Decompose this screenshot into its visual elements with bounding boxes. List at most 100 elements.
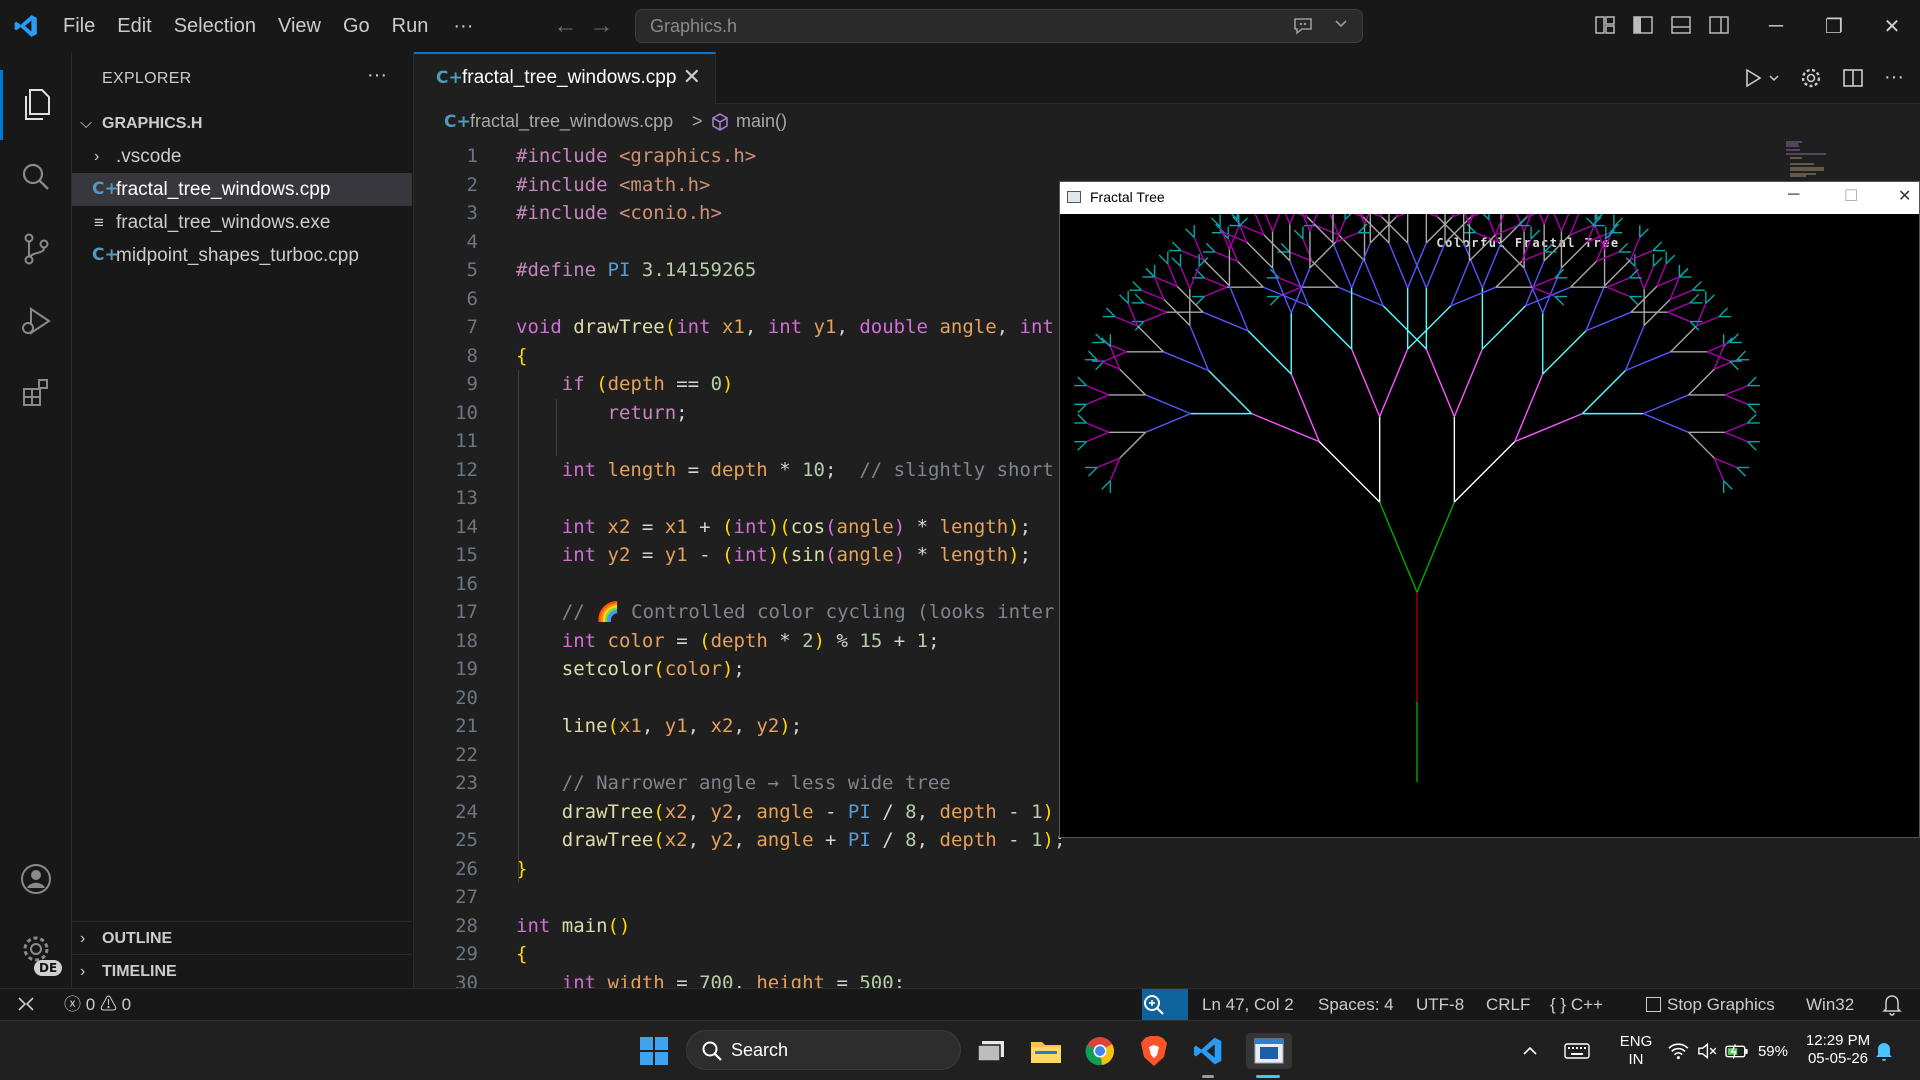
tab-fractal-tree-cpp[interactable]: C+ fractal_tree_windows.cpp ✕ — [414, 52, 716, 104]
menu-view[interactable]: View — [267, 0, 332, 52]
clock[interactable]: 12:29 PM 05-05-26 — [1798, 1032, 1878, 1068]
fractal-window-titlebar[interactable]: Fractal Tree ─ ☐ ✕ — [1060, 182, 1919, 214]
code-text[interactable]: #define PI 3.14159265 — [516, 256, 756, 285]
language-mode[interactable]: { } C++ — [1550, 989, 1603, 1020]
notifications-bell-icon[interactable] — [1882, 989, 1902, 1020]
brave-browser-icon[interactable] — [1134, 1033, 1174, 1069]
encoding[interactable]: UTF-8 — [1416, 989, 1464, 1020]
source-control-icon[interactable] — [0, 214, 72, 284]
code-text[interactable]: drawTree(x2, y2, angle + PI / 8, depth -… — [516, 826, 1066, 855]
code-text[interactable]: return; — [516, 399, 688, 428]
menu-edit[interactable]: Edit — [106, 0, 162, 52]
taskbar-search[interactable]: Search — [686, 1030, 961, 1070]
timeline-section-header[interactable]: › TIMELINE — [72, 954, 412, 988]
problems-indicator[interactable]: ⓧ 0 ⚠ 0 — [64, 989, 131, 1020]
tree-item-vscode[interactable]: › .vscode — [72, 140, 412, 173]
tree-item-fractal-exe[interactable]: ≡ fractal_tree_windows.exe — [72, 206, 412, 239]
breadcrumb-symbol[interactable]: main() — [736, 111, 787, 132]
forward-arrow-icon[interactable]: → — [583, 12, 619, 40]
fractal-tree-window[interactable]: Fractal Tree ─ ☐ ✕ Colorful Fractal Tree — [1059, 181, 1920, 838]
code-line[interactable]: 28 int main() — [414, 912, 1920, 941]
toggle-primary-sidebar-icon[interactable] — [1632, 14, 1654, 36]
back-arrow-icon[interactable]: ← — [547, 12, 583, 40]
manage-gear-icon[interactable]: DE — [0, 914, 72, 984]
code-text[interactable]: int color = (depth * 2) % 15 + 1; — [516, 627, 940, 656]
search-icon[interactable] — [0, 142, 72, 212]
code-text[interactable]: int x2 = x1 + (int)(cos(angle) * length)… — [516, 513, 1031, 542]
code-text[interactable]: int main() — [516, 912, 630, 941]
code-text[interactable]: #include <conio.h> — [516, 199, 722, 228]
window-close-button[interactable]: ✕ — [1866, 0, 1918, 52]
vscode-taskbar-icon[interactable] — [1188, 1033, 1228, 1069]
menu-go[interactable]: Go — [332, 0, 381, 52]
menu-run[interactable]: Run — [381, 0, 440, 52]
keyboard-icon[interactable] — [1560, 1033, 1594, 1069]
code-text[interactable]: #include <math.h> — [516, 171, 710, 200]
fractal-minimize-button[interactable]: ─ — [1788, 186, 1799, 204]
tree-item-fractal-cpp[interactable]: C+ fractal_tree_windows.cpp — [72, 173, 412, 206]
command-center[interactable]: Graphics.h — [635, 9, 1363, 43]
code-line[interactable]: 1 #include <graphics.h> — [414, 142, 1920, 171]
fractal-app-taskbar-icon[interactable] — [1246, 1033, 1292, 1069]
menu-more-button[interactable]: ··· — [439, 15, 487, 38]
cursor-position[interactable]: Ln 47, Col 2 — [1202, 989, 1294, 1020]
line-ending[interactable]: CRLF — [1486, 989, 1530, 1020]
windows-start-icon[interactable] — [634, 1033, 674, 1069]
zoom-icon[interactable] — [1142, 989, 1188, 1020]
more-actions-icon[interactable]: ··· — [1884, 66, 1904, 89]
code-text[interactable]: line(x1, y1, x2, y2); — [516, 712, 802, 741]
code-text[interactable]: void drawTree(int x1, int y1, double ang… — [516, 313, 1054, 342]
code-text[interactable]: #include <graphics.h> — [516, 142, 756, 171]
window-restore-button[interactable]: ❐ — [1808, 0, 1860, 52]
code-line[interactable]: 29 { — [414, 940, 1920, 969]
run-dropdown-chevron-icon[interactable] — [1768, 72, 1780, 84]
quick-settings-tray[interactable]: 59% — [1668, 1033, 1788, 1069]
outline-section-header[interactable]: › OUTLINE — [72, 921, 412, 955]
fractal-maximize-button[interactable]: ☐ — [1844, 186, 1858, 206]
menu-file[interactable]: File — [52, 0, 106, 52]
code-text[interactable]: { — [516, 342, 527, 371]
fractal-close-button[interactable]: ✕ — [1898, 186, 1911, 206]
show-hidden-icons-chevron-icon[interactable] — [1520, 1033, 1540, 1069]
code-text[interactable]: // Narrower angle → less wide tree — [516, 769, 951, 798]
code-text[interactable]: { — [516, 940, 527, 969]
workspace-folder-header[interactable]: ⌵ GRAPHICS.H — [72, 107, 412, 140]
platform-indicator[interactable]: Win32 — [1806, 989, 1854, 1020]
menu-selection[interactable]: Selection — [163, 0, 267, 52]
code-line[interactable]: 26} — [414, 855, 1920, 884]
remote-indicator-icon[interactable] — [16, 989, 36, 1020]
tree-item-midpoint-cpp[interactable]: C+ midpoint_shapes_turboc.cpp — [72, 239, 412, 272]
code-text[interactable]: int y2 = y1 - (int)(sin(angle) * length)… — [516, 541, 1031, 570]
explorer-more-button[interactable]: ··· — [367, 64, 387, 87]
stop-graphics-button[interactable]: Stop Graphics — [1646, 989, 1775, 1020]
extensions-icon[interactable] — [0, 358, 72, 428]
notification-bell-icon[interactable] — [1872, 1033, 1896, 1069]
toggle-panel-icon[interactable] — [1670, 14, 1692, 36]
settings-gear-icon[interactable] — [1800, 67, 1822, 89]
code-text[interactable]: drawTree(x2, y2, angle - PI / 8, depth -… — [516, 798, 1054, 827]
chrome-icon[interactable] — [1080, 1033, 1120, 1069]
copilot-chat-icon[interactable] — [1292, 16, 1316, 36]
code-text[interactable]: int width = 700, height = 500; — [516, 969, 905, 989]
file-explorer-icon[interactable] — [1026, 1033, 1066, 1069]
run-file-icon[interactable] — [1742, 67, 1764, 89]
chevron-down-icon[interactable] — [1334, 17, 1348, 31]
breadcrumb-file[interactable]: fractal_tree_windows.cpp — [470, 111, 673, 132]
input-language-indicator[interactable]: ENG IN — [1612, 1033, 1660, 1069]
window-minimize-button[interactable]: ─ — [1750, 0, 1802, 52]
minimap[interactable] — [1786, 140, 1846, 180]
indentation[interactable]: Spaces: 4 — [1318, 989, 1394, 1020]
explorer-icon[interactable] — [0, 70, 72, 140]
tab-close-button[interactable]: ✕ — [683, 64, 701, 90]
account-icon[interactable] — [0, 844, 72, 914]
split-editor-icon[interactable] — [1842, 67, 1864, 89]
code-text[interactable]: if (depth == 0) — [516, 370, 734, 399]
code-text[interactable]: // 🌈 Controlled color cycling (looks int… — [516, 598, 1055, 627]
customize-layout-icon[interactable] — [1594, 14, 1616, 36]
task-view-icon[interactable] — [972, 1033, 1012, 1069]
code-text[interactable]: int length = depth * 10; // slightly sho… — [516, 456, 1054, 485]
code-line[interactable]: 27 — [414, 883, 1920, 912]
code-line[interactable]: 30 int width = 700, height = 500; — [414, 969, 1920, 989]
code-text[interactable]: setcolor(color); — [516, 655, 745, 684]
run-debug-icon[interactable] — [0, 286, 72, 356]
